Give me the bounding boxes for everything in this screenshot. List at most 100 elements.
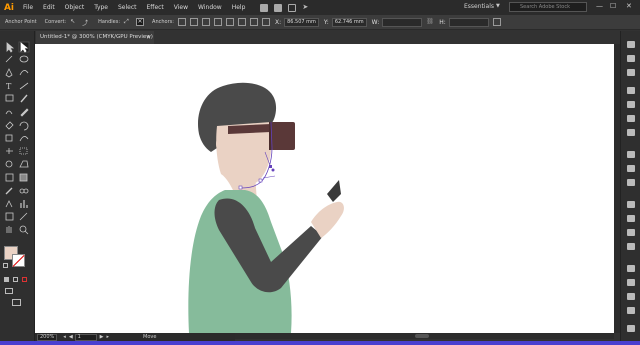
link-icon[interactable]: ⛓	[426, 18, 434, 26]
show-handles-icon[interactable]: ⤢	[124, 18, 132, 26]
convert-smooth-icon[interactable]: ⤴	[82, 18, 90, 27]
hide-handles-icon[interactable]: ✕	[136, 18, 145, 26]
close-tab-icon[interactable]: ×	[146, 31, 151, 44]
character-panel-icon[interactable]	[627, 279, 635, 286]
align-panel-icon[interactable]	[627, 229, 635, 236]
align-right-icon[interactable]	[249, 18, 258, 26]
anchor-point	[269, 165, 272, 168]
handles-label: Handles:	[98, 19, 121, 25]
artboard-number-field[interactable]: 1	[74, 333, 97, 341]
opentype-panel-icon[interactable]	[627, 307, 635, 314]
menu-window[interactable]: Window	[193, 4, 227, 11]
minimize-icon[interactable]: —	[596, 2, 603, 10]
swatches-panel-icon[interactable]	[627, 101, 635, 108]
chevron-down-icon[interactable]: ▼	[496, 3, 500, 9]
default-colors-icon[interactable]	[3, 263, 8, 268]
menu-icon-group: ➤	[260, 3, 310, 12]
menu-type[interactable]: Type	[89, 4, 113, 11]
align-left-icon[interactable]	[225, 18, 234, 26]
horizontal-scrollbar[interactable]	[235, 333, 614, 339]
shape-builder-icon	[5, 160, 13, 168]
zoom-field[interactable]: 200%	[37, 333, 58, 341]
line-tool-icon	[19, 82, 29, 90]
appearance-panel-icon[interactable]	[627, 151, 635, 158]
menu-edit[interactable]: Edit	[38, 4, 60, 11]
previous-artboard-icon[interactable]: ◀	[69, 334, 73, 340]
convert-corner-icon[interactable]: ↖	[70, 18, 78, 26]
artboard-tool-icon	[5, 212, 14, 221]
layers-panel-icon[interactable]	[627, 55, 635, 62]
libraries-panel-icon[interactable]	[627, 69, 635, 76]
pathfinder-panel-icon[interactable]	[627, 243, 635, 250]
h-field[interactable]	[448, 17, 489, 27]
transform-icon[interactable]	[261, 18, 270, 26]
anchor-point-label: Anchor Point	[5, 19, 37, 25]
shaper-tool-icon	[5, 110, 13, 115]
color-mode-icon[interactable]	[4, 277, 9, 282]
gradient-panel-icon[interactable]	[627, 201, 635, 208]
last-artboard-icon[interactable]: ▸	[107, 334, 110, 340]
menu-effect[interactable]: Effect	[142, 4, 169, 11]
stroke-panel-icon[interactable]	[627, 179, 635, 186]
control-bar: Anchor Point Convert: ↖ ⤴ Handles: ⤢ ✕ A…	[0, 15, 640, 30]
menu-view[interactable]: View	[169, 4, 193, 11]
y-field[interactable]: 62.746 mm	[331, 17, 367, 27]
color-panel-icon[interactable]	[627, 87, 635, 94]
x-field[interactable]: 86.507 mm	[284, 17, 319, 27]
screen-mode-icon[interactable]	[12, 299, 21, 306]
document-tab[interactable]: Untitled-1* @ 300% (CMYK/GPU Preview) ×	[36, 31, 154, 44]
h-label: H:	[439, 18, 446, 26]
free-transform-icon	[19, 147, 28, 155]
menu-object[interactable]: Object	[60, 4, 90, 11]
align-center-icon[interactable]	[237, 18, 246, 26]
stroke-swatch[interactable]	[12, 254, 25, 268]
anchor-point	[258, 178, 263, 183]
first-artboard-icon[interactable]: ◂	[63, 334, 66, 340]
w-label: W:	[371, 18, 380, 26]
paragraph-panel-icon[interactable]	[627, 293, 635, 300]
gradient-mode-icon[interactable]	[13, 277, 18, 282]
convert-label: Convert:	[44, 19, 67, 25]
pencil-tool-icon	[20, 108, 29, 117]
links-panel-icon[interactable]	[627, 325, 635, 332]
gpu-performance-icon[interactable]: ➤	[302, 3, 310, 12]
connect-anchor-icon[interactable]	[189, 18, 198, 26]
menu-select[interactable]: Select	[113, 4, 142, 11]
paintbrush-icon	[20, 94, 28, 103]
column-graph-icon	[20, 200, 28, 208]
bridge-icon[interactable]	[260, 3, 269, 12]
menu-file[interactable]: File	[18, 4, 38, 11]
scroll-thumb[interactable]	[415, 334, 429, 338]
artwork	[188, 82, 344, 333]
status-bar: 200% ◂ ◀ 1 ▶ ▸ Move	[35, 333, 235, 341]
panel-options-icon[interactable]	[492, 18, 501, 26]
document-tab-title: Untitled-1* @ 300% (CMYK/GPU Preview)	[40, 34, 153, 40]
menu-help[interactable]: Help	[227, 4, 251, 11]
stock-icon[interactable]	[274, 3, 283, 12]
none-mode-icon[interactable]	[22, 277, 27, 282]
symbols-panel-icon[interactable]	[627, 129, 635, 136]
search-input[interactable]: Search Adobe Stock	[509, 2, 587, 12]
blend-tool-icon	[19, 188, 25, 194]
warp-tool-icon	[19, 136, 29, 142]
graphic-styles-panel-icon[interactable]	[627, 165, 635, 172]
brushes-panel-icon[interactable]	[627, 115, 635, 122]
maximize-icon[interactable]: ☐	[610, 2, 616, 10]
transform-panel-icon[interactable]	[627, 265, 635, 272]
rotate-tool-icon	[19, 121, 29, 131]
ear-shape	[216, 136, 226, 152]
workspace-switcher[interactable]: Essentials	[464, 3, 494, 10]
cut-path-icon[interactable]	[201, 18, 210, 26]
close-icon[interactable]: ✕	[626, 2, 632, 10]
draw-mode-icon[interactable]	[5, 288, 13, 294]
w-field[interactable]	[382, 17, 423, 27]
properties-panel-icon[interactable]	[627, 41, 635, 48]
next-artboard-icon[interactable]: ▶	[100, 334, 104, 340]
transparency-panel-icon[interactable]	[627, 215, 635, 222]
remove-anchor-icon[interactable]	[177, 18, 186, 26]
arrange-documents-icon[interactable]	[288, 3, 297, 12]
taskbar	[0, 341, 640, 345]
isolate-icon[interactable]	[213, 18, 222, 26]
handle-point	[271, 168, 275, 172]
artboard-canvas[interactable]	[35, 44, 614, 333]
